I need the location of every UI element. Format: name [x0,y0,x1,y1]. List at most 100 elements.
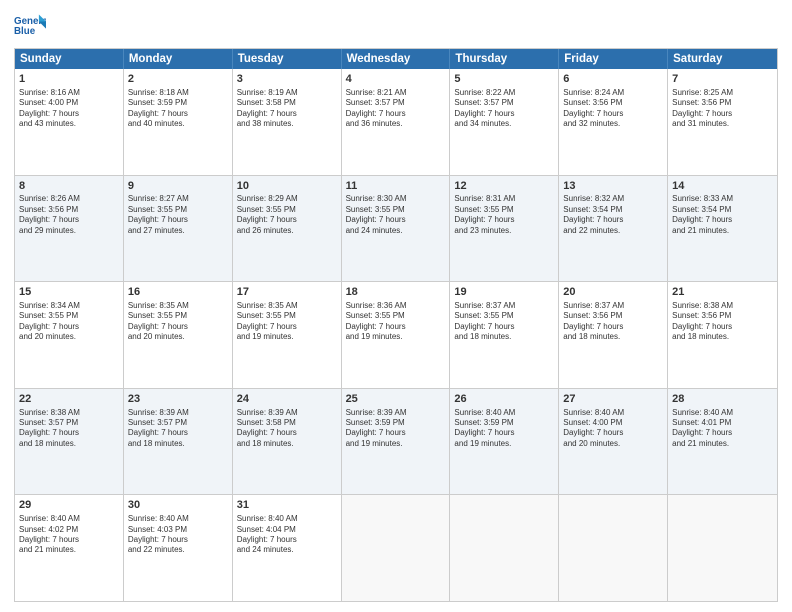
cell-line: and 19 minutes. [237,332,337,342]
cell-line: and 22 minutes. [128,545,228,555]
calendar-body: 1Sunrise: 8:16 AMSunset: 4:00 PMDaylight… [15,69,777,601]
day-number: 25 [346,392,446,407]
header-day-tuesday: Tuesday [233,49,342,69]
day-number: 3 [237,72,337,87]
day-number: 29 [19,498,119,513]
cell-line: Sunrise: 8:31 AM [454,194,554,204]
cell-line: Sunset: 3:59 PM [454,418,554,428]
cell-line: Sunset: 3:55 PM [454,205,554,215]
cell-line: Sunset: 3:58 PM [237,98,337,108]
cell-line: Daylight: 7 hours [563,109,663,119]
cell-line: Sunset: 4:01 PM [672,418,773,428]
cell-line: Sunrise: 8:34 AM [19,301,119,311]
day-number: 30 [128,498,228,513]
cal-cell: 30Sunrise: 8:40 AMSunset: 4:03 PMDayligh… [124,495,233,601]
cell-line: and 21 minutes. [672,226,773,236]
cell-line: Sunset: 3:56 PM [563,311,663,321]
cell-line: Sunset: 3:59 PM [128,98,228,108]
cell-line: Sunset: 3:54 PM [563,205,663,215]
cell-line: Sunrise: 8:37 AM [454,301,554,311]
cal-cell: 12Sunrise: 8:31 AMSunset: 3:55 PMDayligh… [450,176,559,282]
cal-cell: 27Sunrise: 8:40 AMSunset: 4:00 PMDayligh… [559,389,668,495]
calendar-row-2: 8Sunrise: 8:26 AMSunset: 3:56 PMDaylight… [15,175,777,282]
day-number: 15 [19,285,119,300]
cell-line: Daylight: 7 hours [672,215,773,225]
cal-cell: 28Sunrise: 8:40 AMSunset: 4:01 PMDayligh… [668,389,777,495]
cell-line: Sunrise: 8:24 AM [563,88,663,98]
cell-line: Sunset: 3:57 PM [454,98,554,108]
cell-line: Sunset: 3:58 PM [237,418,337,428]
day-number: 27 [563,392,663,407]
day-number: 11 [346,179,446,194]
cal-cell [342,495,451,601]
cell-line: Sunset: 3:57 PM [128,418,228,428]
cell-line: Sunset: 3:56 PM [672,311,773,321]
cell-line: Sunrise: 8:40 AM [563,408,663,418]
cell-line: Sunset: 4:03 PM [128,525,228,535]
cell-line: and 34 minutes. [454,119,554,129]
cal-cell: 23Sunrise: 8:39 AMSunset: 3:57 PMDayligh… [124,389,233,495]
day-number: 6 [563,72,663,87]
cell-line: Sunrise: 8:33 AM [672,194,773,204]
cell-line: and 43 minutes. [19,119,119,129]
cal-cell: 8Sunrise: 8:26 AMSunset: 3:56 PMDaylight… [15,176,124,282]
cell-line: Sunrise: 8:39 AM [128,408,228,418]
cell-line: Daylight: 7 hours [672,322,773,332]
cell-line: Daylight: 7 hours [454,428,554,438]
cal-cell: 9Sunrise: 8:27 AMSunset: 3:55 PMDaylight… [124,176,233,282]
calendar-row-5: 29Sunrise: 8:40 AMSunset: 4:02 PMDayligh… [15,494,777,601]
day-number: 16 [128,285,228,300]
cell-line: Daylight: 7 hours [346,109,446,119]
day-number: 18 [346,285,446,300]
cell-line: Sunset: 3:56 PM [563,98,663,108]
day-number: 8 [19,179,119,194]
cell-line: and 21 minutes. [19,545,119,555]
cell-line: Daylight: 7 hours [346,428,446,438]
header-day-friday: Friday [559,49,668,69]
cell-line: Daylight: 7 hours [128,215,228,225]
day-number: 22 [19,392,119,407]
cal-cell: 17Sunrise: 8:35 AMSunset: 3:55 PMDayligh… [233,282,342,388]
day-number: 5 [454,72,554,87]
cell-line: and 24 minutes. [346,226,446,236]
cell-line: Sunrise: 8:18 AM [128,88,228,98]
cell-line: Sunset: 4:00 PM [19,98,119,108]
cell-line: and 18 minutes. [672,332,773,342]
cell-line: and 18 minutes. [563,332,663,342]
cell-line: Daylight: 7 hours [128,322,228,332]
cell-line: Daylight: 7 hours [128,535,228,545]
cell-line: and 40 minutes. [128,119,228,129]
cell-line: Sunrise: 8:35 AM [237,301,337,311]
cell-line: Sunrise: 8:25 AM [672,88,773,98]
cell-line: Sunset: 3:57 PM [346,98,446,108]
cell-line: Daylight: 7 hours [19,109,119,119]
cell-line: and 27 minutes. [128,226,228,236]
day-number: 23 [128,392,228,407]
cell-line: Sunset: 3:54 PM [672,205,773,215]
cell-line: and 21 minutes. [672,439,773,449]
cal-cell: 1Sunrise: 8:16 AMSunset: 4:00 PMDaylight… [15,69,124,175]
cal-cell [559,495,668,601]
cal-cell: 5Sunrise: 8:22 AMSunset: 3:57 PMDaylight… [450,69,559,175]
cell-line: and 24 minutes. [237,545,337,555]
cell-line: and 20 minutes. [128,332,228,342]
cell-line: Sunset: 3:55 PM [237,205,337,215]
cal-cell: 16Sunrise: 8:35 AMSunset: 3:55 PMDayligh… [124,282,233,388]
cell-line: and 19 minutes. [346,439,446,449]
day-number: 24 [237,392,337,407]
day-number: 4 [346,72,446,87]
cell-line: Sunrise: 8:40 AM [19,514,119,524]
cell-line: Daylight: 7 hours [237,535,337,545]
day-number: 7 [672,72,773,87]
cell-line: and 19 minutes. [454,439,554,449]
cal-cell: 20Sunrise: 8:37 AMSunset: 3:56 PMDayligh… [559,282,668,388]
cell-line: Daylight: 7 hours [19,215,119,225]
header-day-sunday: Sunday [15,49,124,69]
day-number: 20 [563,285,663,300]
cell-line: Daylight: 7 hours [128,428,228,438]
calendar-row-1: 1Sunrise: 8:16 AMSunset: 4:00 PMDaylight… [15,69,777,175]
day-number: 1 [19,72,119,87]
cell-line: Daylight: 7 hours [563,322,663,332]
cell-line: Sunrise: 8:30 AM [346,194,446,204]
cal-cell: 29Sunrise: 8:40 AMSunset: 4:02 PMDayligh… [15,495,124,601]
